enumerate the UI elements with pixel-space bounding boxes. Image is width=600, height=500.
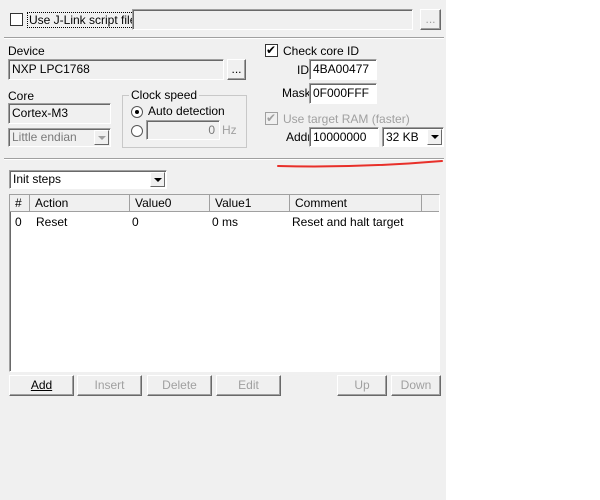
chevron-down-icon bbox=[94, 130, 109, 145]
column-header-num[interactable]: # bbox=[10, 195, 30, 212]
add-button[interactable]: Add bbox=[9, 375, 74, 396]
script-path-input[interactable] bbox=[132, 9, 413, 30]
script-browse-button[interactable]: ... bbox=[420, 9, 441, 30]
manual-speed-input[interactable]: 0 bbox=[146, 120, 220, 140]
jlink-settings-panel: Use J-Link script file ... Device NXP LP… bbox=[0, 0, 446, 500]
row-action: Reset bbox=[36, 215, 68, 229]
row-comment: Reset and halt target bbox=[292, 215, 404, 229]
column-header-filler bbox=[422, 195, 439, 212]
mask-label: Mask bbox=[282, 86, 311, 100]
ram-size-select[interactable]: 32 KB bbox=[382, 127, 444, 147]
auto-detection-radio[interactable] bbox=[131, 106, 143, 118]
use-target-ram-label: Use target RAM (faster) bbox=[283, 112, 410, 126]
clock-speed-title: Clock speed bbox=[129, 88, 200, 102]
steps-select[interactable]: Init steps bbox=[9, 170, 167, 189]
addr-input[interactable]: 10000000 bbox=[309, 127, 379, 147]
mask-input[interactable]: 0F000FFF bbox=[309, 83, 377, 104]
core-id-label: ID bbox=[297, 63, 309, 77]
column-header-comment[interactable]: Comment bbox=[290, 195, 422, 212]
manual-speed-radio[interactable] bbox=[131, 125, 143, 137]
endian-select[interactable]: Little endian bbox=[8, 128, 111, 147]
delete-button[interactable]: Delete bbox=[147, 375, 212, 396]
edit-button[interactable]: Edit bbox=[216, 375, 281, 396]
column-header-value1[interactable]: Value1 bbox=[210, 195, 290, 212]
use-script-label: Use J-Link script file bbox=[27, 12, 139, 28]
core-id-input[interactable]: 4BA00477 bbox=[309, 59, 377, 80]
addr-label: Addr bbox=[286, 130, 312, 144]
auto-detection-label: Auto detection bbox=[148, 104, 225, 118]
device-browse-button[interactable]: ... bbox=[227, 59, 246, 80]
table-row[interactable]: 0 Reset 0 0 ms Reset and halt target bbox=[10, 214, 439, 230]
core-label: Core bbox=[8, 89, 35, 103]
device-field[interactable]: NXP LPC1768 bbox=[8, 59, 224, 80]
chevron-down-icon bbox=[427, 129, 442, 145]
core-field[interactable]: Cortex-M3 bbox=[8, 103, 111, 124]
device-label: Device bbox=[8, 44, 45, 58]
separator-top bbox=[4, 37, 444, 39]
check-core-id-label: Check core ID bbox=[283, 44, 360, 58]
use-target-ram-checkbox[interactable]: ✔ bbox=[265, 111, 278, 125]
row-value1: 0 ms bbox=[212, 215, 239, 229]
steps-table[interactable]: # Action Value0 Value1 Comment 0 Reset 0… bbox=[9, 194, 440, 372]
insert-button[interactable]: Insert bbox=[77, 375, 142, 396]
separator-middle bbox=[4, 158, 444, 160]
down-button[interactable]: Down bbox=[391, 375, 441, 396]
chevron-down-icon bbox=[150, 172, 165, 187]
use-script-checkbox[interactable] bbox=[10, 13, 23, 26]
column-header-action[interactable]: Action bbox=[30, 195, 130, 212]
row-num: 0 bbox=[15, 215, 22, 229]
check-core-id-checkbox[interactable]: ✔ bbox=[265, 43, 278, 57]
up-button[interactable]: Up bbox=[337, 375, 387, 396]
hz-unit-label: Hz bbox=[222, 123, 237, 137]
column-header-value0[interactable]: Value0 bbox=[130, 195, 210, 212]
row-value0: 0 bbox=[132, 215, 139, 229]
